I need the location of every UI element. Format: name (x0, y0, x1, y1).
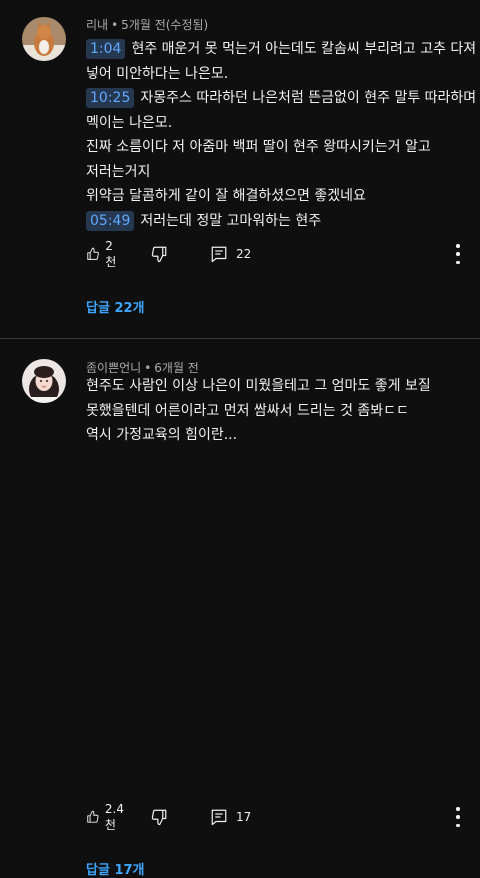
comment-line: 진짜 소름이다 저 아줌마 백퍼 딸이 현주 왕따시키는거 알고 (86, 135, 460, 160)
comment-line: 못했을텐데 어른이라고 먼저 쌈싸서 드리는 것 좀봐ㄷㄷ (86, 399, 460, 424)
comment-line: 넣어 미안하다는 나은모. (86, 62, 460, 87)
comment-line: 1:04 현주 매운거 못 먹는거 아는데도 칼솜씨 부리려고 고추 다져 (86, 37, 476, 62)
reply-button[interactable]: 22 (210, 244, 251, 264)
more-actions-button[interactable] (455, 244, 461, 264)
view-replies-link[interactable]: 답글 17개 (86, 859, 145, 878)
comment-line-text: 진짜 소름이다 저 아줌마 백퍼 딸이 현주 왕따시키는거 알고 (86, 139, 431, 155)
comment-time[interactable]: 6개월 전 (154, 361, 199, 375)
comment-text: 현주도 사람인 이상 나은이 미웠을테고 그 엄마도 좋게 보질 못했을텐데 어… (86, 374, 460, 448)
dislike-button[interactable] (150, 244, 168, 264)
author-name[interactable]: 좀이쁜언니 (86, 361, 141, 375)
author-name[interactable]: 리내 (86, 18, 108, 32)
comment-line-text: 현주 매운거 못 먹는거 아는데도 칼솜씨 부리려고 고추 다져 (131, 41, 477, 57)
comment-line: 10:25 자몽주스 따라하던 나은처럼 뜬금없이 현주 말투 따라하며 (86, 86, 476, 111)
comment-line: 저러는거지 (86, 160, 460, 185)
like-button[interactable]: 2천 (86, 239, 120, 269)
comment-time[interactable]: 5개월 전(수정됨) (121, 18, 208, 32)
comment-line: 역시 가정교육의 힘이란... (86, 423, 460, 448)
thumbs-down-icon (151, 809, 167, 826)
more-vertical-icon (456, 807, 460, 811)
more-actions-button[interactable] (455, 807, 461, 827)
avatar[interactable] (22, 17, 66, 61)
reply-count: 22 (236, 247, 252, 261)
comment-line-text: 못했을텐데 어른이라고 먼저 쌈싸서 드리는 것 좀봐ㄷㄷ (86, 402, 409, 419)
comment-line-text: 자몽주스 따라하던 나은처럼 뜬금없이 현주 말투 따라하며 (140, 90, 477, 106)
thumbs-up-icon (87, 247, 99, 260)
comment-line-text: 저러는데 정말 고마워하는 현주 (140, 212, 322, 229)
timestamp-link[interactable]: 10:25 (86, 88, 135, 108)
timestamp-link[interactable]: 1:04 (86, 39, 126, 59)
comment-meta: 리내 • 5개월 전(수정됨) (86, 16, 208, 33)
comment-thread: 좀이쁜언니 • 6개월 전 현주도 사람인 이상 나은이 미웠을테고 그 엄마도 좋… (0, 342, 480, 878)
comment-divider (0, 338, 480, 339)
reply-comment-icon (211, 246, 227, 263)
reply-comment-icon (211, 809, 227, 826)
comment-text: 1:04 현주 매운거 못 먹는거 아는데도 칼솜씨 부리려고 고추 다져 넣어 … (86, 37, 476, 234)
like-count: 2천 (105, 238, 117, 269)
timestamp-link[interactable]: 05:49 (86, 210, 135, 231)
thumbs-up-icon (87, 810, 99, 823)
more-vertical-icon (456, 244, 460, 248)
comment-line: 05:49 저러는데 정말 고마워하는 현주 (86, 209, 460, 234)
reply-count: 17 (236, 810, 252, 824)
comment-line-text: 역시 가정교육의 힘이란... (86, 427, 238, 443)
dislike-button[interactable] (150, 807, 168, 827)
avatar[interactable] (22, 359, 66, 403)
like-count: 2.4천 (104, 801, 124, 832)
comment-line: 현주도 사람인 이상 나은이 미웠을테고 그 엄마도 좋게 보질 (86, 374, 460, 399)
reply-button[interactable]: 17 (210, 807, 251, 827)
thumbs-down-icon (151, 246, 167, 263)
like-button[interactable]: 2.4천 (86, 802, 128, 832)
comment-thread: 리내 • 5개월 전(수정됨) 1:04 현주 매운거 못 먹는거 아는데도 칼솜씨 … (0, 0, 480, 338)
meta-separator: • (111, 18, 119, 32)
comment-line-text: 현주도 사람인 이상 나은이 미웠을테고 그 엄마도 좋게 보질 (86, 378, 431, 394)
comment-line-text: 넣어 미안하다는 나은모. (86, 65, 229, 82)
comment-line-text: 멕이는 나은모. (86, 114, 173, 131)
comment-line: 위약금 달콤하게 같이 잘 해결하셨으면 좋겠네요 (86, 184, 460, 209)
view-replies-link[interactable]: 답글 22개 (86, 297, 145, 316)
comment-line-text: 저러는거지 (86, 163, 151, 180)
comment-line-text: 위약금 달콤하게 같이 잘 해결하셨으면 좋겠네요 (86, 188, 366, 204)
meta-separator: • (144, 361, 152, 375)
comment-line: 멕이는 나은모. (86, 111, 460, 136)
